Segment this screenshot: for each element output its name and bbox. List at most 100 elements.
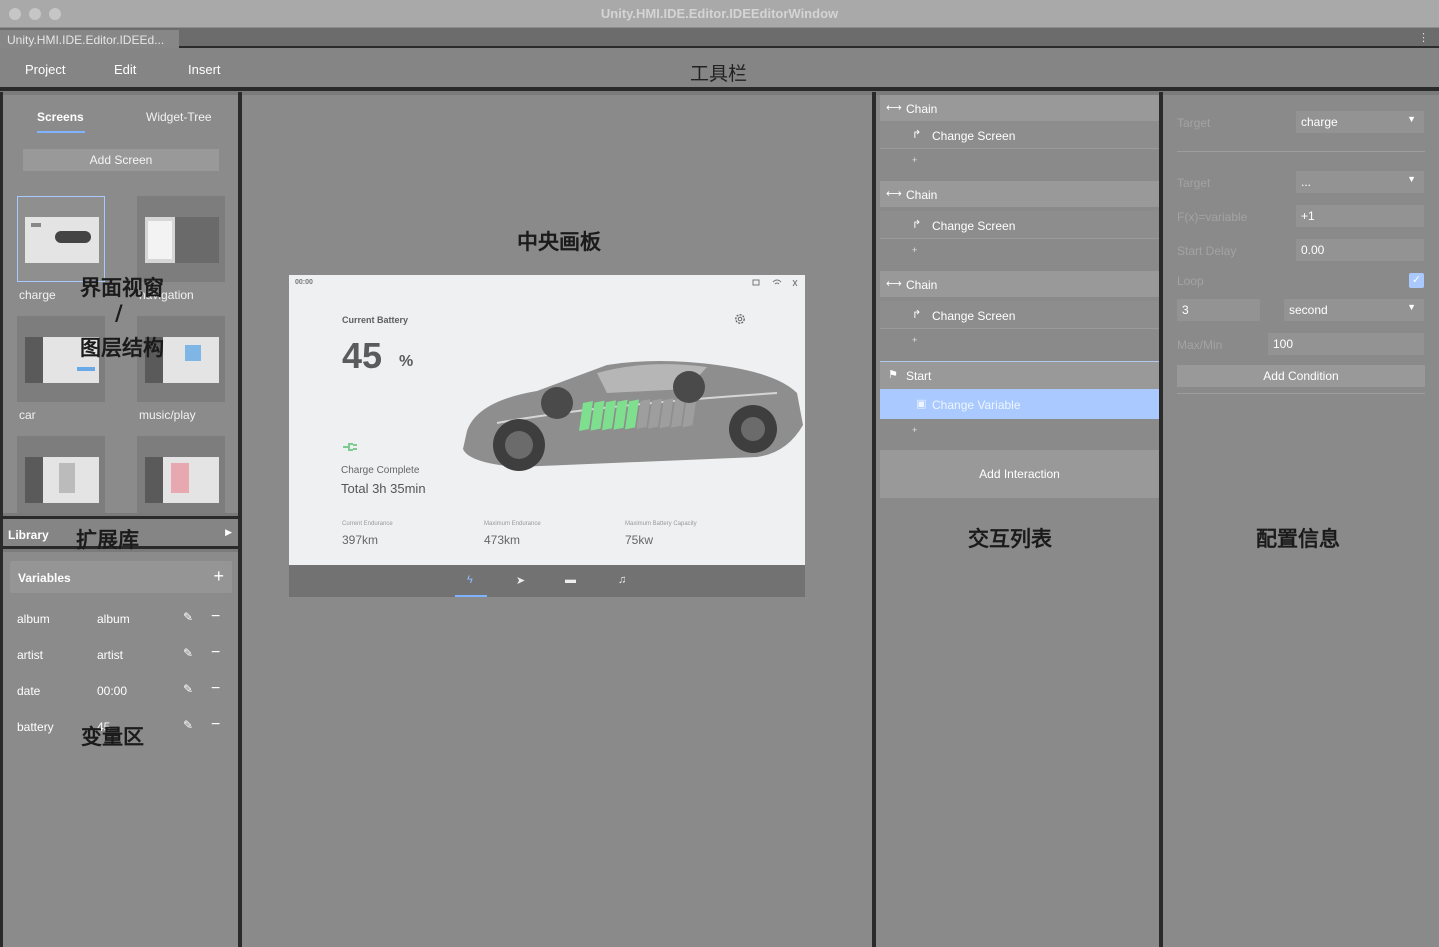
window-title: Unity.HMI.IDE.Editor.IDEEditorWindow — [600, 6, 839, 21]
loop-label: Loop — [1177, 274, 1204, 288]
loop-unit-select[interactable]: second ▼ — [1284, 299, 1424, 321]
gear-icon[interactable] — [733, 312, 747, 326]
target-select[interactable]: charge ▼ — [1296, 111, 1424, 133]
canvas-zone-label: 中央画板 — [517, 230, 601, 254]
variable-name: date — [17, 684, 41, 698]
add-condition-button[interactable]: Add Condition — [1177, 365, 1425, 387]
variable-row: album album ✎ − — [17, 608, 232, 628]
minus-icon[interactable]: − — [211, 680, 220, 698]
fx-label: F(x)=variable — [1177, 210, 1248, 224]
screen-thumb-charge[interactable] — [17, 196, 105, 282]
add-step-icon[interactable]: + — [912, 335, 917, 345]
delay-input[interactable]: 0.00 — [1296, 239, 1424, 261]
add-step-icon[interactable]: + — [912, 155, 917, 165]
variables-title: Variables — [18, 571, 71, 585]
variable-value[interactable]: artist — [97, 648, 123, 662]
target2-value: ... — [1301, 175, 1312, 189]
add-step-icon[interactable]: + — [912, 425, 917, 435]
variable-name: album — [17, 612, 50, 626]
branch-arrow-icon: ↱ — [912, 129, 922, 141]
divider — [1177, 393, 1425, 394]
menu-project[interactable]: Project — [25, 62, 65, 77]
chain-label: Chain — [906, 102, 938, 116]
screen-preview — [25, 457, 99, 503]
fx-input[interactable]: +1 — [1296, 205, 1424, 227]
minus-icon[interactable]: − — [211, 644, 220, 662]
loop-checkbox[interactable]: ✓ — [1409, 273, 1424, 288]
pencil-icon[interactable]: ✎ — [183, 646, 193, 660]
document-tab-bar: Unity.HMI.IDE.Editor.IDEEd... ⋮ — [0, 28, 1439, 48]
editor-window: Unity.HMI.IDE.Editor.IDEEditorWindow Uni… — [0, 0, 1439, 947]
screen-label: music/play — [139, 408, 196, 422]
chain-row[interactable]: ⟷ Chain — [880, 95, 1159, 121]
screen-preview — [145, 217, 219, 263]
music-note-icon[interactable]: ♫ — [618, 574, 626, 586]
target-value: charge — [1301, 115, 1338, 129]
bolt-icon[interactable]: ϟ — [467, 574, 473, 586]
pencil-icon[interactable]: ✎ — [183, 718, 193, 732]
tab-widget-tree[interactable]: Widget-Tree — [146, 110, 212, 124]
loop-count-input[interactable]: 3 — [1177, 299, 1260, 321]
stat-label: Current Endurance — [342, 521, 393, 527]
loop-unit-value: second — [1289, 303, 1328, 317]
action-label: Change Screen — [932, 219, 1016, 233]
title-bar: Unity.HMI.IDE.Editor.IDEEditorWindow — [0, 0, 1439, 28]
start-row[interactable]: ⚑ Start — [880, 361, 1159, 389]
car-icon[interactable]: ▬ — [565, 574, 576, 586]
action-row[interactable]: ↱ Change Screen — [880, 211, 1159, 239]
chain-row[interactable]: ⟷ Chain — [880, 181, 1159, 207]
chain-label: Chain — [906, 188, 938, 202]
start-label: Start — [906, 369, 932, 383]
charge-status: Charge Complete — [341, 465, 420, 476]
screens-zone-slash: / — [115, 301, 123, 325]
total-time: Total 3h 35min — [341, 481, 426, 496]
library-zone-label: 扩展库 — [76, 528, 139, 552]
variable-value[interactable]: 00:00 — [97, 684, 127, 698]
config-zone-label: 配置信息 — [1256, 527, 1340, 551]
screen-content: 00:00 Current Battery 45 % Charge Comple… — [289, 275, 805, 565]
maxmin-input[interactable]: 100 — [1268, 333, 1424, 355]
minus-icon[interactable]: − — [211, 716, 220, 734]
battery-title: Current Battery — [342, 315, 409, 325]
action-row[interactable]: ↱ Change Screen — [880, 121, 1159, 149]
screen-thumb-6[interactable] — [137, 436, 225, 513]
interaction-panel: ⟷ Chain ↱ Change Screen + ⟷ Chain ↱ Chan… — [876, 95, 1159, 947]
stat-value: 75kw — [625, 533, 654, 547]
action-row[interactable]: ↱ Change Screen — [880, 301, 1159, 329]
action-row-selected[interactable]: ▣ Change Variable — [880, 389, 1159, 419]
screen-thumb-navigation[interactable] — [137, 196, 225, 282]
chain-row[interactable]: ⟷ Chain — [880, 271, 1159, 297]
delay-label: Start Delay — [1177, 244, 1237, 258]
navigation-arrow-icon[interactable]: ➤ — [516, 574, 525, 587]
action-label: Change Variable — [932, 398, 1021, 412]
stat-label: Maximum Battery Capacity — [625, 521, 697, 527]
minus-icon[interactable]: − — [211, 608, 220, 626]
chain-link-icon: ⟷ — [886, 188, 902, 200]
toolbar-zone-label: 工具栏 — [690, 63, 748, 85]
screen-thumb-5[interactable] — [17, 436, 105, 513]
add-interaction-button[interactable]: Add Interaction — [880, 450, 1159, 498]
layers-zone-label: 图层结构 — [80, 336, 164, 360]
menu-insert[interactable]: Insert — [188, 62, 221, 77]
screen-label: charge — [19, 288, 56, 302]
pencil-icon[interactable]: ✎ — [183, 610, 193, 624]
canvas-panel: 中央画板 00:00 Current Battery 45 % Charge C… — [242, 95, 872, 947]
add-step-icon[interactable]: + — [912, 245, 917, 255]
variable-value[interactable]: album — [97, 612, 130, 626]
kebab-icon[interactable]: ⋮ — [1418, 31, 1429, 44]
screen-label: car — [19, 408, 36, 422]
library-bar[interactable]: Library 扩展库 ▶ — [3, 516, 238, 552]
menu-edit[interactable]: Edit — [114, 62, 136, 77]
variable-row: artist artist ✎ − — [17, 644, 232, 664]
add-screen-button[interactable]: Add Screen — [23, 149, 219, 171]
config-panel: Target charge ▼ Target ... ▼ F(x)=variab… — [1163, 95, 1439, 947]
document-tab[interactable]: Unity.HMI.IDE.Editor.IDEEd... — [0, 30, 179, 48]
screen-preview-charge[interactable]: 00:00 Current Battery 45 % Charge Comple… — [289, 275, 805, 597]
chevron-down-icon: ▼ — [1407, 114, 1416, 124]
tab-screens[interactable]: Screens — [37, 110, 84, 124]
pencil-icon[interactable]: ✎ — [183, 682, 193, 696]
chevron-right-icon[interactable]: ▶ — [225, 527, 232, 538]
variable-name: artist — [17, 648, 44, 662]
add-variable-icon[interactable]: + — [213, 566, 224, 587]
target2-select[interactable]: ... ▼ — [1296, 171, 1424, 193]
